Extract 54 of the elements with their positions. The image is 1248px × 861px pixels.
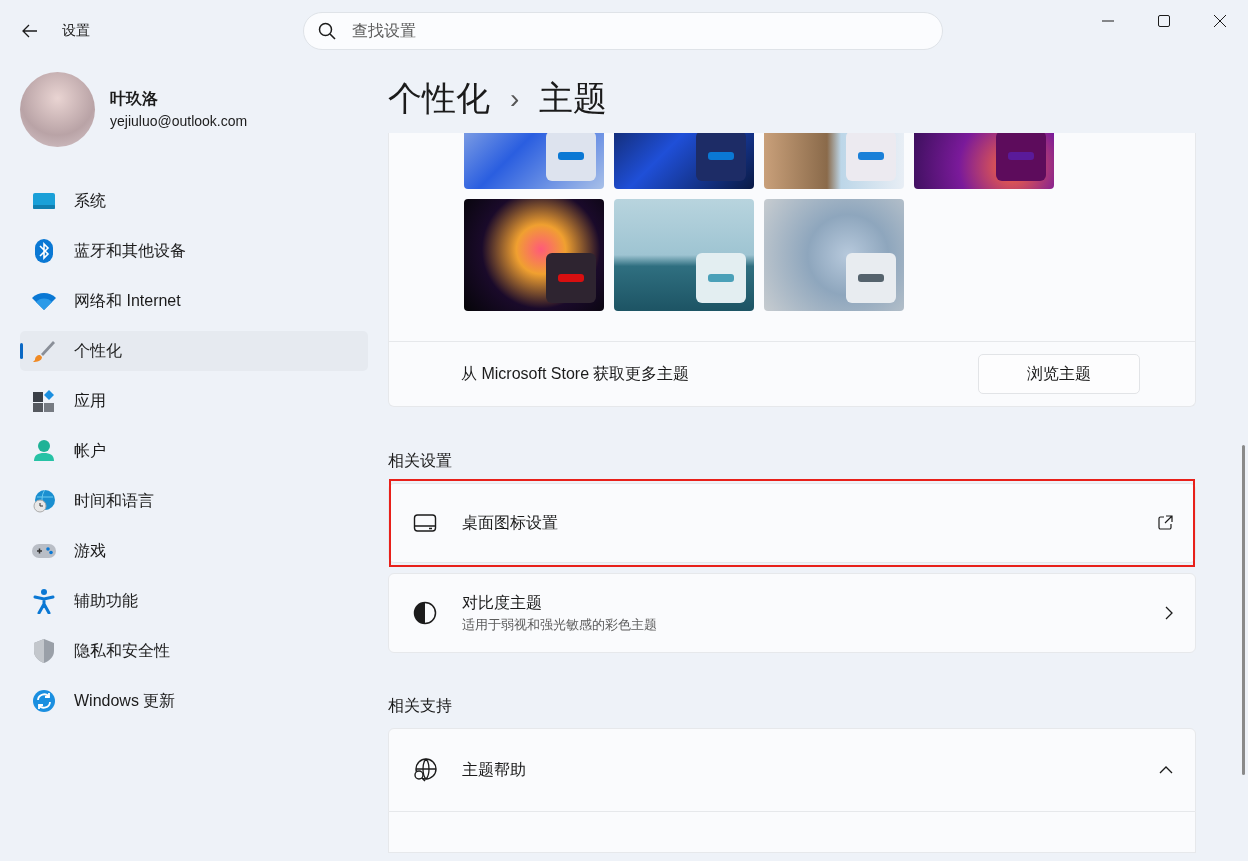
- browse-themes-button[interactable]: 浏览主题: [978, 354, 1140, 394]
- apps-icon: [32, 389, 56, 413]
- user-name: 叶玖洛: [110, 89, 159, 109]
- row-title: 对比度主题: [462, 592, 542, 613]
- paintbrush-icon: [32, 339, 56, 363]
- sidebar-item[interactable]: 个性化: [20, 331, 368, 371]
- help-row[interactable]: 主题帮助: [388, 728, 1196, 812]
- external-link-icon: [1157, 515, 1173, 531]
- sidebar-item[interactable]: 游戏: [20, 531, 368, 571]
- wifi-icon: [31, 291, 57, 311]
- sidebar-item[interactable]: 网络和 Internet: [20, 281, 368, 321]
- settings-row[interactable]: 对比度主题 适用于弱视和强光敏感的彩色主题: [388, 573, 1196, 653]
- accessibility-icon: [33, 588, 55, 614]
- close-icon: [1214, 15, 1226, 27]
- sidebar-item[interactable]: 应用: [20, 381, 368, 421]
- search-icon: [318, 22, 336, 40]
- theme-thumbnail[interactable]: [764, 199, 904, 311]
- sidebar-item[interactable]: Windows 更新: [20, 681, 368, 721]
- breadcrumb-parent[interactable]: 个性化: [388, 76, 490, 122]
- globe-search-icon: [412, 757, 438, 783]
- search-box[interactable]: 查找设置: [303, 12, 943, 50]
- person-icon: [33, 439, 55, 463]
- section-heading: 相关支持: [388, 696, 453, 716]
- sync-icon: [32, 689, 56, 713]
- store-text: 从 Microsoft Store 获取更多主题: [461, 363, 690, 384]
- row-title: 主题帮助: [462, 759, 526, 780]
- back-arrow-icon: [22, 24, 38, 38]
- monitor-icon: [32, 191, 56, 211]
- monitor-icon: [413, 513, 437, 533]
- theme-thumbnail[interactable]: [614, 199, 754, 311]
- maximize-icon: [1158, 15, 1170, 27]
- sidebar-item[interactable]: 系统: [20, 181, 368, 221]
- contrast-icon: [413, 601, 437, 625]
- search-field[interactable]: 查找设置: [350, 21, 942, 41]
- user-email: yejiuluo@outlook.com: [110, 113, 248, 129]
- scrollbar[interactable]: [1242, 445, 1245, 775]
- gamepad-icon: [31, 542, 57, 560]
- sidebar-item[interactable]: 帐户: [20, 431, 368, 471]
- page-title: 主题: [539, 78, 608, 119]
- shield-icon: [33, 638, 55, 664]
- section-heading: 相关设置: [388, 451, 453, 471]
- bluetooth-icon: [34, 238, 54, 264]
- row-title: 桌面图标设置: [462, 512, 558, 533]
- window-title: 设置: [62, 22, 91, 40]
- sidebar-item[interactable]: 隐私和安全性: [20, 631, 368, 671]
- row-subtitle: 适用于弱视和强光敏感的彩色主题: [462, 616, 657, 634]
- sidebar-item[interactable]: 时间和语言: [20, 481, 368, 521]
- globe-clock-icon: [32, 489, 56, 513]
- chevron-right-icon: [1165, 606, 1173, 620]
- sidebar-item[interactable]: 辅助功能: [20, 581, 368, 621]
- minimize-icon: [1102, 20, 1114, 22]
- breadcrumb-separator: ›: [510, 83, 520, 115]
- theme-thumbnail[interactable]: [464, 199, 604, 311]
- sidebar-item[interactable]: 蓝牙和其他设备: [20, 231, 368, 271]
